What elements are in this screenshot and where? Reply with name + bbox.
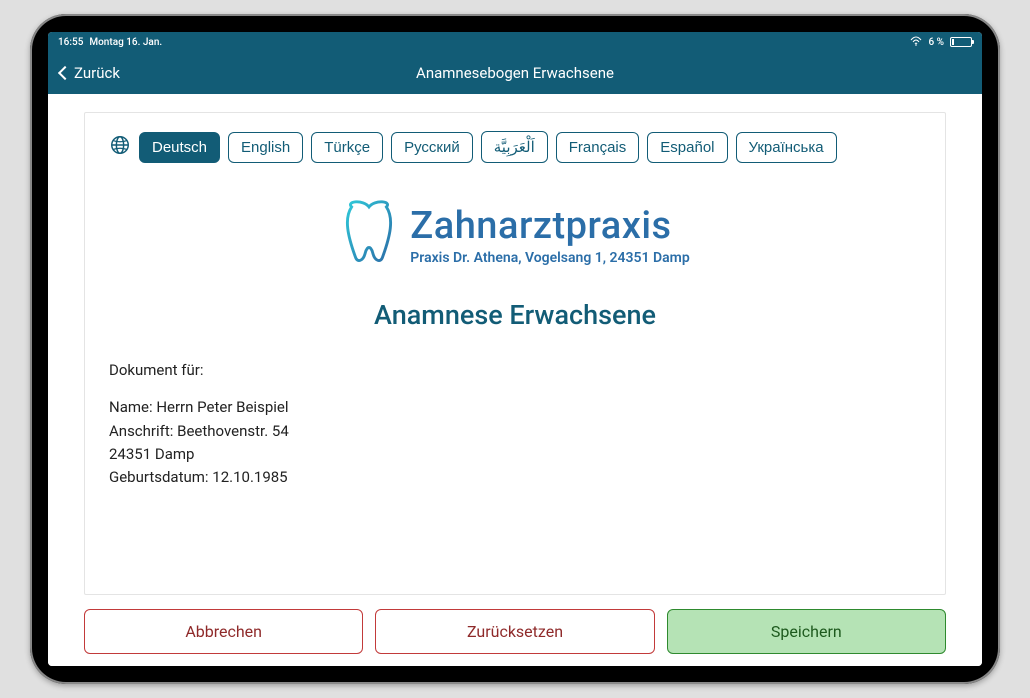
- patient-dob: Geburtsdatum: 12.10.1985: [109, 466, 921, 489]
- globe-icon: [109, 134, 131, 160]
- logo-subtitle: Praxis Dr. Athena, Vogelsang 1, 24351 Da…: [410, 250, 689, 266]
- patient-address: Anschrift: Beethovenstr. 54: [109, 420, 921, 443]
- save-button[interactable]: Speichern: [667, 609, 946, 654]
- lang-button-english[interactable]: English: [228, 132, 303, 163]
- tooth-icon: [340, 197, 398, 273]
- cancel-button[interactable]: Abbrechen: [84, 609, 363, 654]
- status-time: 16:55: [58, 37, 83, 48]
- status-bar: 16:55 Montag 16. Jan. 6 %: [48, 32, 982, 52]
- lang-button-russian[interactable]: Русский: [391, 132, 473, 163]
- back-button[interactable]: Zurück: [60, 64, 120, 82]
- patient-city: 24351 Damp: [109, 443, 921, 466]
- lang-button-francais[interactable]: Français: [556, 132, 640, 163]
- document-title: Anamnese Erwachsene: [109, 299, 921, 331]
- screen: 16:55 Montag 16. Jan. 6 % Zurück Anamnes…: [48, 32, 982, 666]
- back-label: Zurück: [74, 64, 120, 82]
- patient-info: Dokument für: Name: Herrn Peter Beispiel…: [109, 359, 921, 489]
- battery-percent: 6 %: [928, 37, 944, 48]
- lang-button-arabic[interactable]: اَلْعَرَبِيَّة: [481, 131, 548, 163]
- footer-buttons: Abbrechen Zurücksetzen Speichern: [84, 609, 946, 654]
- form-card: Deutsch English Türkçe Русский اَلْعَرَب…: [84, 112, 946, 595]
- lang-button-ukrainian[interactable]: Українська: [736, 132, 837, 163]
- lang-button-turkce[interactable]: Türkçe: [311, 132, 383, 163]
- lang-button-deutsch[interactable]: Deutsch: [139, 132, 220, 163]
- practice-logo: Zahnarztpraxis Praxis Dr. Athena, Vogels…: [109, 197, 921, 273]
- content-area: Deutsch English Türkçe Русский اَلْعَرَب…: [48, 94, 982, 666]
- patient-name: Name: Herrn Peter Beispiel: [109, 396, 921, 419]
- document-for-label: Dokument für:: [109, 359, 921, 382]
- battery-icon: [950, 37, 972, 47]
- tablet-frame: 16:55 Montag 16. Jan. 6 % Zurück Anamnes…: [30, 14, 1000, 684]
- reset-button[interactable]: Zurücksetzen: [375, 609, 654, 654]
- nav-bar: Zurück Anamnesebogen Erwachsene: [48, 52, 982, 94]
- logo-title: Zahnarztpraxis: [410, 204, 689, 248]
- lang-button-espanol[interactable]: Español: [647, 132, 727, 163]
- nav-title: Anamnesebogen Erwachsene: [416, 64, 614, 82]
- language-selector: Deutsch English Türkçe Русский اَلْعَرَب…: [109, 131, 921, 163]
- chevron-left-icon: [58, 66, 72, 80]
- status-date: Montag 16. Jan.: [89, 37, 162, 48]
- wifi-icon: [910, 36, 922, 49]
